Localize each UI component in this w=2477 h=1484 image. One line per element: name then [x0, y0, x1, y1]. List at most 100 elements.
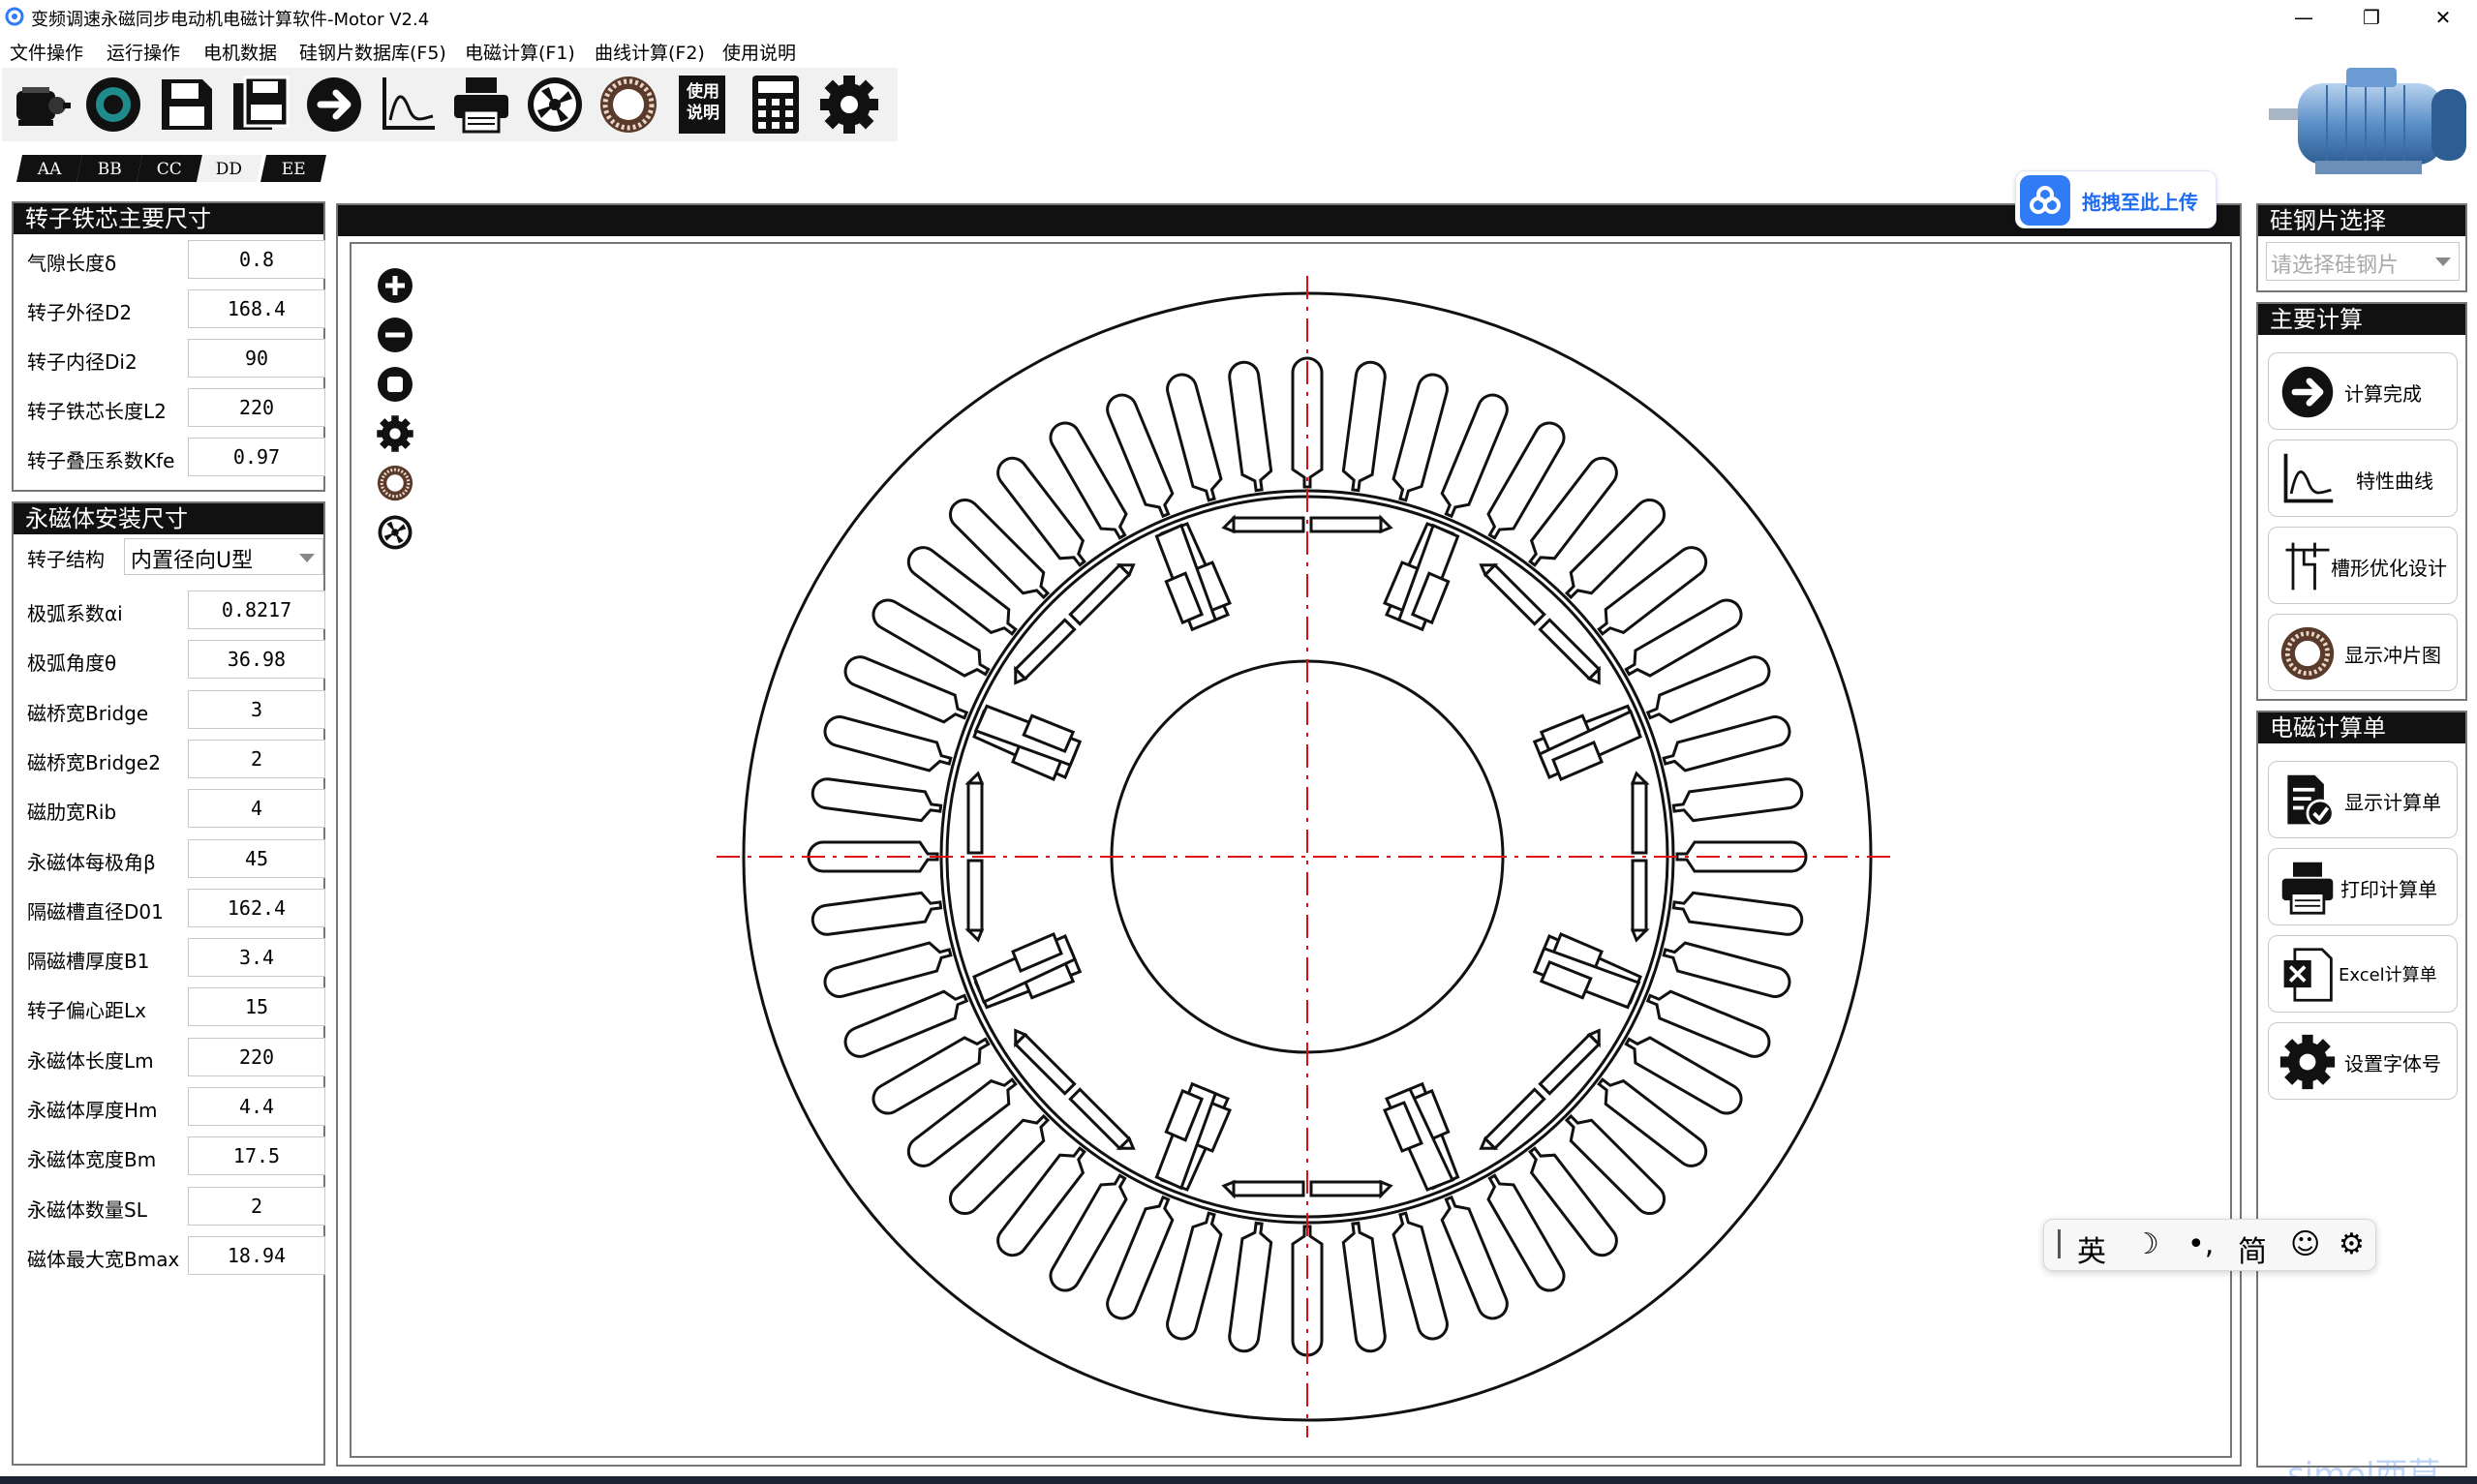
ime-english-toggle[interactable]: 英 [2077, 1227, 2106, 1270]
ime-moon-icon[interactable]: ☽ [2133, 1227, 2159, 1261]
slot-optimize-button[interactable]: 槽形优化设计 [2268, 527, 2458, 604]
tool-manual[interactable]: 使用说明 [666, 70, 738, 139]
menu-steel-db[interactable]: 硅钢片数据库(F5) [299, 39, 446, 65]
magnet-slot [1538, 1032, 1602, 1096]
zoom-out-button[interactable] [375, 315, 415, 355]
tab-ee[interactable]: EE [260, 155, 326, 182]
magnet-param-label: 隔磁槽厚度B1 [27, 950, 150, 974]
magnet-param-input[interactable]: 36.98 [188, 640, 325, 680]
tool-save-as[interactable] [225, 70, 296, 139]
tab-dd[interactable]: DD [197, 155, 262, 182]
arrow-right-icon [307, 77, 361, 132]
magnet-param-input[interactable]: 2 [188, 1186, 325, 1226]
fan-icon [378, 515, 413, 550]
tool-next[interactable] [298, 70, 370, 139]
font-size-label: 设置字体号 [2344, 1052, 2441, 1075]
curve-icon [2283, 453, 2334, 503]
magnet-param-input[interactable]: 15 [188, 987, 325, 1027]
upload-label: 拖拽至此上传 [2082, 191, 2198, 214]
font-size-button[interactable]: 设置字体号 [2268, 1022, 2458, 1100]
upload-button[interactable]: 拖拽至此上传 [2015, 170, 2217, 228]
rotor-param-input[interactable]: 220 [188, 388, 325, 427]
page-tabs: AA BB CC DD EE [10, 155, 339, 184]
rotor-param-input[interactable]: 0.8 [188, 240, 325, 279]
magnet-param-input[interactable]: 3.4 [188, 938, 325, 978]
magnet-param-label: 极弧系数αi [27, 602, 123, 625]
magnet-param-input[interactable]: 45 [188, 838, 325, 878]
tool-calculator[interactable] [740, 70, 811, 139]
tool-rotor[interactable] [77, 70, 149, 139]
fan-view-button[interactable] [375, 512, 415, 553]
ime-settings-icon[interactable]: ⚙ [2339, 1227, 2365, 1261]
magnet-param-input[interactable]: 0.8217 [188, 591, 325, 629]
tool-save[interactable] [151, 70, 223, 139]
close-button[interactable]: ✕ [2409, 0, 2477, 35]
calc-done-button[interactable]: 计算完成 [2268, 352, 2458, 430]
tab-aa[interactable]: AA [16, 155, 82, 182]
magnet-param-input[interactable]: 220 [188, 1037, 325, 1076]
magnet-param-input[interactable]: 3 [188, 689, 325, 729]
show-sheet-button[interactable]: 显示计算单 [2268, 761, 2458, 838]
tool-curve[interactable] [372, 70, 443, 139]
slot-optimize-label: 槽形优化设计 [2331, 557, 2447, 580]
magnet-param-input[interactable]: 162.4 [188, 888, 325, 927]
magnet-slot [1068, 562, 1132, 626]
ime-punctuation-icon[interactable]: •, [2187, 1227, 2214, 1261]
ime-drag-handle[interactable] [2058, 1229, 2061, 1258]
menu-manual[interactable]: 使用说明 [722, 39, 796, 65]
ime-simplified-toggle[interactable]: 简 [2238, 1227, 2267, 1270]
magnet-param-input[interactable]: 17.5 [188, 1136, 325, 1176]
magnet-param-label: 永磁体厚度Hm [27, 1099, 158, 1122]
rotor-param-label: 转子内径Di2 [27, 350, 138, 374]
chevron-down-icon [299, 554, 315, 562]
tool-motor[interactable] [4, 70, 76, 139]
tab-bb[interactable]: BB [76, 155, 142, 182]
characteristic-curve-label: 特性曲线 [2356, 469, 2433, 493]
show-punch-button[interactable]: 显示冲片图 [2268, 614, 2458, 691]
rotor-structure-select[interactable]: 内置径向U型 [124, 538, 323, 575]
menu-file[interactable]: 文件操作 [10, 39, 83, 65]
stop-button[interactable] [375, 364, 415, 405]
menu-motor-data[interactable]: 电机数据 [203, 39, 277, 65]
magnet-param-input[interactable]: 4.4 [188, 1087, 325, 1126]
tool-stator[interactable] [593, 70, 664, 139]
magnet-param-label: 磁肋宽Rib [27, 801, 117, 825]
minimize-button[interactable]: — [2270, 0, 2338, 35]
magnet-slot [1483, 562, 1546, 626]
save-icon [162, 79, 212, 130]
magnet-param-label: 磁体最大宽Bmax [27, 1247, 180, 1271]
stator-icon [377, 465, 413, 501]
print-sheet-button[interactable]: 打印计算单 [2268, 848, 2458, 925]
rotor-param-input[interactable]: 168.4 [188, 289, 325, 328]
rotor-core-panel: 转子铁芯主要尺寸 气隙长度δ 0.8 转子外径D2 168.4 转子内径Di2 90 转子铁… [12, 201, 325, 492]
rotor-param-label: 转子叠压系数Kfe [27, 449, 175, 472]
magnet-param-input[interactable]: 4 [188, 789, 325, 829]
tab-cc[interactable]: CC [137, 155, 202, 182]
maximize-button[interactable]: ❐ [2338, 0, 2405, 35]
magnet-panel: 永磁体安装尺寸 转子结构 内置径向U型 极弧系数αi 0.8217 极弧角度θ 36.… [12, 501, 325, 1466]
rotor-param-input[interactable]: 0.97 [188, 438, 325, 476]
magnet-param-input[interactable]: 18.94 [188, 1235, 325, 1275]
show-sheet-label: 显示计算单 [2344, 791, 2441, 814]
excel-sheet-button[interactable]: Excel计算单 [2268, 935, 2458, 1013]
em-sheet-panel: 电磁计算单 显示计算单 打印计算单 Excel计算单 设置字体号 [2256, 711, 2467, 1468]
menu-run[interactable]: 运行操作 [107, 39, 180, 65]
magnet-param-input[interactable]: 2 [188, 739, 325, 778]
settings-button[interactable] [375, 413, 415, 454]
characteristic-curve-button[interactable]: 特性曲线 [2268, 439, 2458, 517]
tool-fan[interactable] [519, 70, 591, 139]
tool-settings[interactable] [813, 70, 885, 139]
title-bar: 变频调速永磁同步电动机电磁计算软件-Motor V2.4 — ❐ ✕ [0, 0, 2477, 35]
stator-slot [823, 941, 953, 998]
stator-slot [1391, 1211, 1449, 1341]
ime-emoji-icon[interactable]: ☺ [2290, 1227, 2320, 1261]
rotor-param-input[interactable]: 90 [188, 339, 325, 378]
zoom-in-button[interactable] [375, 265, 415, 306]
tool-print[interactable] [445, 70, 517, 139]
stator-slot [1662, 941, 1791, 998]
menu-em-calc[interactable]: 电磁计算(F1) [465, 39, 575, 65]
steel-select[interactable]: 请选择硅钢片 [2266, 242, 2460, 281]
stator-slot [1662, 715, 1791, 772]
menu-curve-calc[interactable]: 曲线计算(F2) [595, 39, 705, 65]
stator-view-button[interactable] [375, 463, 415, 503]
